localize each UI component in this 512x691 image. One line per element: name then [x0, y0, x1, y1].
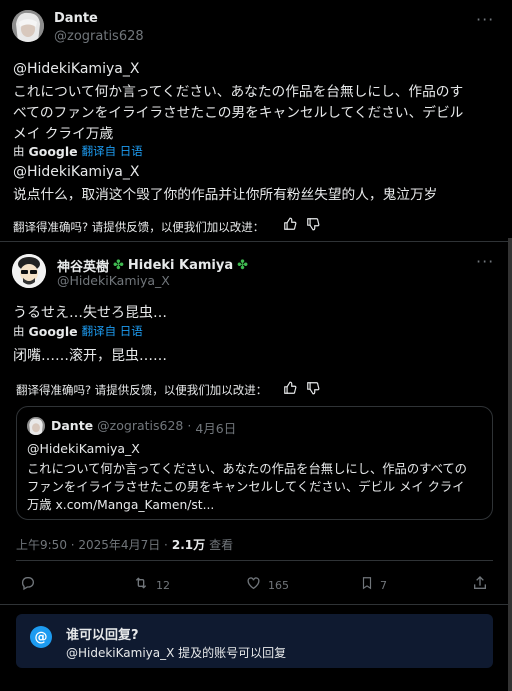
dante-post: Dante @zogratis628 ··· @HidekiKamiya_X こ…	[0, 0, 512, 240]
who-can-reply-banner: @ 谁可以回复? @HidekiKamiya_X 提及的账号可以回复	[16, 614, 493, 668]
reply-translated-text: 闭嘴……滚开，昆虫……	[13, 348, 167, 364]
thumbs-up-icon[interactable]	[282, 216, 298, 232]
views-count: 2.1万	[171, 538, 206, 552]
translation-feedback-text: 翻译得准确吗? 请提供反馈，以便我们加以改进：	[13, 220, 265, 234]
post-meta: 上午9:50 · 2025年4月7日 · 2.1万 查看	[16, 536, 233, 553]
reply-icon	[20, 575, 36, 595]
quote-mention: @HidekiKamiya_X	[27, 441, 140, 456]
mention-link[interactable]: @HidekiKamiya_X	[13, 61, 139, 77]
dante-handle[interactable]: @zogratis628	[54, 29, 144, 44]
google-logo-text: Google	[28, 143, 78, 159]
translated-from-link[interactable]: 翻译自 日语	[82, 143, 143, 159]
reply-button[interactable]	[20, 575, 42, 595]
clover-icon-2: ✤	[237, 258, 249, 273]
original-text-line-2: べてのファンをイライラさせたこの男をキャンセルしてください、デビル	[13, 105, 464, 121]
translation-feedback-text: 翻译得准确吗? 请提供反馈，以便我们加以改进：	[16, 383, 268, 397]
translated-by-line: 由 Google 翻译自 日语	[13, 323, 143, 339]
meta-divider	[16, 560, 493, 561]
translated-by-prefix: 由	[13, 324, 25, 338]
bookmark-icon	[360, 575, 374, 595]
quote-header: Dante @zogratis628 · 4月6日	[51, 418, 236, 437]
quote-handle: @zogratis628	[97, 418, 184, 433]
quote-text-line-3: 万歳 x.com/Manga_Kamen/st...	[27, 498, 215, 512]
thumbs-up-icon[interactable]	[282, 380, 298, 396]
kamiya-handle[interactable]: @HidekiKamiya_X	[57, 273, 170, 288]
kamiya-avatar[interactable]	[12, 254, 46, 288]
like-count: 165	[268, 578, 289, 592]
more-options-icon[interactable]: ···	[476, 10, 496, 29]
views-label: 查看	[209, 538, 234, 552]
translated-text: 说点什么，取消这个毁了你的作品并让你所有粉丝失望的人，鬼泣万岁	[13, 187, 438, 203]
bookmark-button[interactable]: 7	[360, 575, 387, 595]
quote-display-name: Dante	[51, 418, 94, 433]
reply-original-text: うるせえ…失せろ昆虫…	[13, 305, 167, 321]
dante-display-name[interactable]: Dante	[54, 11, 98, 26]
post-timestamp[interactable]: 上午9:50 · 2025年4月7日 ·	[16, 536, 168, 553]
translated-mention[interactable]: @HidekiKamiya_X	[13, 164, 139, 180]
action-bar: 12 165 7	[0, 568, 508, 600]
kamiya-reply: 神谷英樹 ✤ Hideki Kamiya ✤ @HidekiKamiya_X ·…	[0, 242, 508, 532]
kamiya-display-name-en[interactable]: Hideki Kamiya	[128, 258, 233, 273]
retweet-button[interactable]: 12	[132, 575, 170, 595]
original-text-line-1: これについて何か言ってください、あなたの作品を台無しにし、作品のす	[13, 84, 464, 100]
original-text-line-3: メイ クライ万歳	[13, 126, 114, 142]
translated-by-line: 由 Google 翻译自 日语	[13, 143, 143, 159]
who-can-reply-desc: @HidekiKamiya_X 提及的账号可以回复	[66, 646, 287, 660]
dante-avatar[interactable]	[12, 10, 44, 42]
translated-by-prefix: 由	[13, 144, 25, 158]
bookmark-count: 7	[380, 578, 387, 592]
clover-icon: ✤	[113, 258, 124, 273]
actions-divider	[0, 604, 508, 605]
translated-from-link[interactable]: 翻译自 日语	[82, 323, 143, 339]
google-logo-text: Google	[28, 323, 78, 339]
right-edge-scroll-track	[508, 238, 512, 691]
quote-dot: ·	[187, 418, 192, 433]
quote-text-line-2: ファンをイライラさせたこの男をキャンセルしてください、デビル メイ クライ	[27, 480, 465, 494]
retweet-count: 12	[156, 578, 170, 592]
more-options-icon[interactable]: ···	[476, 252, 496, 271]
share-icon	[472, 575, 488, 595]
heart-icon	[245, 575, 262, 595]
quote-date: 4月6日	[195, 421, 237, 436]
quoted-post-card[interactable]: Dante @zogratis628 · 4月6日 @HidekiKamiya_…	[16, 406, 493, 520]
thumbs-down-icon[interactable]	[305, 380, 321, 396]
who-can-reply-title: 谁可以回复?	[66, 628, 139, 643]
quote-avatar	[27, 417, 45, 435]
at-sign-icon: @	[30, 626, 52, 648]
share-button[interactable]	[472, 575, 488, 595]
retweet-icon	[132, 575, 150, 595]
quote-text-line-1: これについて何か言ってください、あなたの作品を台無しにし、作品のすべての	[27, 462, 467, 476]
like-button[interactable]: 165	[245, 575, 289, 595]
thumbs-down-icon[interactable]	[305, 216, 321, 232]
